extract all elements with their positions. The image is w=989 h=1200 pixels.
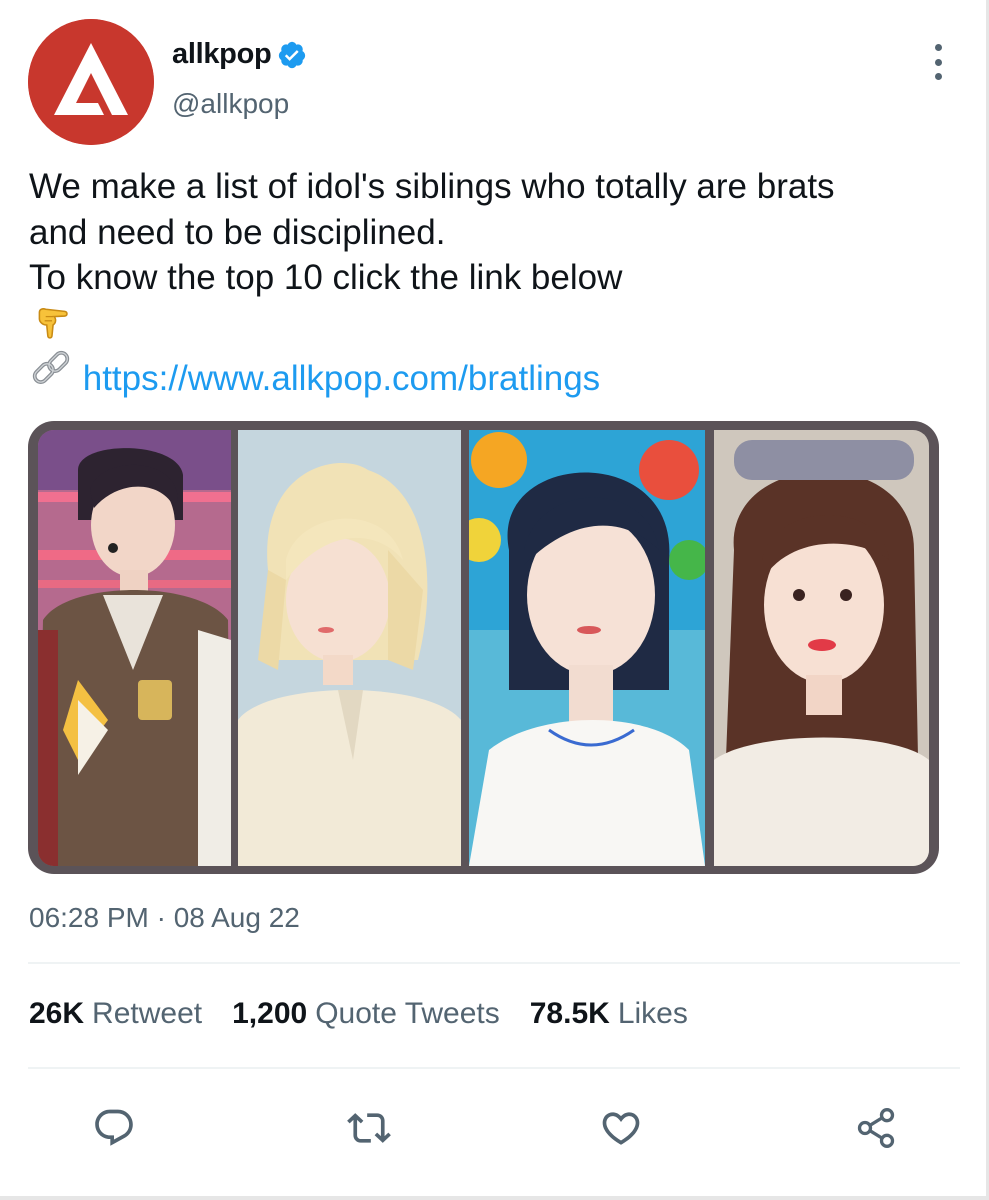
link-chain-icon (32, 350, 70, 384)
retweet-count[interactable]: 26K Retweet (29, 997, 202, 1031)
idol-photo-2[interactable] (238, 430, 461, 866)
media-grid[interactable] (28, 421, 939, 874)
quote-tweet-count[interactable]: 1,200 Quote Tweets (232, 997, 500, 1031)
reply-button[interactable] (86, 1100, 142, 1156)
author-display-name[interactable]: allkpop (172, 38, 272, 71)
divider (28, 962, 960, 964)
more-options-icon[interactable] (920, 42, 956, 82)
divider (28, 1067, 960, 1069)
tweet-card: allkpop @allkpop We make a list of idol'… (0, 0, 989, 1200)
like-icon (602, 1112, 640, 1145)
tweet-link[interactable]: https://www.allkpop.com/bratlings (83, 359, 600, 398)
stat-count: 78.5K (529, 997, 610, 1030)
tweet-text-line: To know the top 10 click the link below (29, 258, 623, 297)
backhand-index-pointing-down-icon (29, 301, 959, 346)
stat-label: Retweet (92, 997, 203, 1030)
stat-label: Quote Tweets (315, 997, 500, 1030)
stat-count: 26K (29, 997, 85, 1030)
retweet-icon (347, 1113, 391, 1143)
tweet-text-line: and need to be disciplined. (29, 212, 446, 252)
author-name-row[interactable]: allkpop (172, 38, 307, 71)
share-icon (857, 1108, 895, 1148)
author-handle[interactable]: @allkpop (172, 88, 289, 120)
allkpop-logo-icon (28, 19, 154, 145)
share-button[interactable] (848, 1100, 904, 1156)
tweet-timestamp[interactable]: 06:28 PM · 08 Aug 22 (29, 902, 300, 934)
idol-photo-1[interactable] (38, 430, 231, 866)
reply-icon (95, 1109, 133, 1146)
tweet-text: We make a list of idol's siblings who to… (29, 164, 959, 401)
likes-count[interactable]: 78.5K Likes (530, 997, 688, 1031)
verified-badge-icon (279, 41, 306, 68)
like-button[interactable] (593, 1100, 649, 1156)
idol-photo-3[interactable] (469, 430, 705, 866)
engagement-stats: 26K Retweet 1,200 Quote Tweets 78.5K Likes (29, 997, 718, 1031)
avatar[interactable] (28, 19, 154, 145)
idol-photo-4[interactable] (714, 430, 929, 866)
stat-count: 1,200 (232, 997, 308, 1030)
tweet-text-line: We make a list of idol's siblings who to… (29, 167, 835, 206)
retweet-button[interactable] (341, 1100, 397, 1156)
action-bar (0, 1100, 989, 1156)
tweet-link-line: https://www.allkpop.com/bratlings (29, 346, 959, 402)
stat-label: Likes (617, 997, 688, 1030)
frame-edge (0, 1196, 989, 1200)
